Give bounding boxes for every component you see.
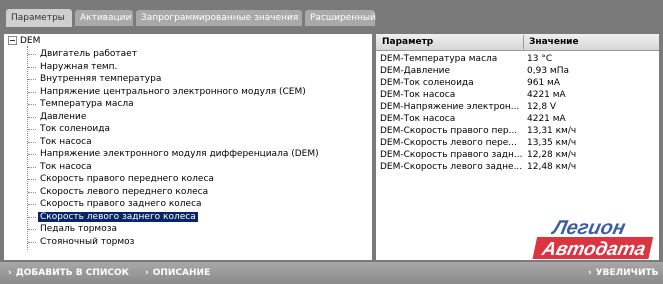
cell-parameter: DEM-Ток насоса: [380, 90, 456, 100]
table-header: Параметр Значение: [376, 34, 659, 51]
tree-item[interactable]: Напряжение электронного модуля дифференц…: [28, 148, 321, 160]
tree-item-label: Ток насоса: [40, 136, 92, 147]
table-row[interactable]: DEM-Напряжение электрон... 12,8 V: [376, 101, 659, 113]
table-row[interactable]: DEM-Скорость левого задне... 12,48 км/ч: [376, 161, 659, 173]
table-row[interactable]: DEM-Температура масла 13 °C: [376, 53, 659, 65]
cell-value: 0,93 мПа: [527, 66, 569, 76]
table-row[interactable]: DEM-Ток насоса 4221 мА: [376, 113, 659, 125]
chevron-right-icon: ›: [588, 268, 592, 278]
tree-item-label: Скорость левого переднего колеса: [40, 186, 209, 197]
chevron-right-icon: ›: [8, 268, 12, 278]
table-row[interactable]: DEM-Ток насоса 4221 мА: [376, 89, 659, 101]
tree-item-label: Скорость правого переднего колеса: [40, 174, 214, 184]
description-button[interactable]: › ОПИСАНИЕ: [145, 266, 210, 280]
tree-item[interactable]: Внутренняя температура: [28, 73, 163, 85]
tree-item[interactable]: Педаль тормоза: [28, 223, 119, 235]
cell-parameter: DEM-Температура масла: [380, 54, 498, 64]
tree-item-label: Напряжение электронного модуля дифференц…: [40, 149, 319, 159]
tree-item[interactable]: Напряжение центрального электронного мод…: [28, 86, 308, 98]
tree-item-label: Скорость правого заднего колеса: [40, 199, 202, 209]
tree-item-label: Наружная темп.: [40, 61, 118, 72]
tab-advanced[interactable]: Расширенный: [305, 10, 376, 26]
collapse-icon[interactable]: [8, 36, 17, 45]
tree-item-label: Педаль тормоза: [40, 224, 118, 234]
cell-value: 13,31 км/ч: [527, 126, 577, 136]
tree-item-label: Давление: [40, 111, 87, 122]
tree-item-label: Скорость левого заднего колеса: [38, 211, 198, 222]
tree-item-label: Напряжение центрального электронного мод…: [40, 86, 306, 97]
tab-programmed-values[interactable]: Запрограммированные значения: [136, 10, 302, 26]
tree-item-label: Стояночный тормоз: [40, 236, 135, 247]
tree-item[interactable]: Скорость левого переднего колеса: [28, 186, 210, 198]
table-row[interactable]: DEM-Скорость правого пер... 13,31 км/ч: [376, 125, 659, 137]
svg-text:Автодата: Автодата: [539, 239, 648, 260]
tree-item[interactable]: Ток соленоида: [28, 123, 112, 135]
tree-item[interactable]: Двигатель работает: [28, 48, 139, 60]
description-label: ОПИСАНИЕ: [152, 268, 211, 278]
cell-value: 12,28 км/ч: [527, 150, 577, 160]
table-row[interactable]: DEM-Скорость левого пере... 13,35 км/ч: [376, 137, 659, 149]
cell-parameter: DEM-Скорость левого задне...: [380, 162, 522, 172]
table-row[interactable]: DEM-Давление 0,93 мПа: [376, 65, 659, 77]
table-row[interactable]: DEM-Скорость правого задн... 12,28 км/ч: [376, 149, 659, 161]
cell-parameter: DEM-Ток насоса: [380, 114, 456, 124]
tree-item-selected[interactable]: Скорость левого заднего колеса: [28, 211, 198, 223]
add-to-list-label: ДОБАВИТЬ В СПИСОК: [15, 268, 130, 278]
tab-bar: Параметры Активации Запрограммированные …: [0, 0, 663, 28]
cell-value: 13,35 км/ч: [527, 138, 577, 148]
cell-parameter: DEM-Давление: [380, 66, 451, 76]
cell-parameter: DEM-Скорость правого пер...: [380, 126, 518, 136]
column-resize-handle[interactable]: [523, 35, 524, 49]
tree-item[interactable]: Температура масла: [28, 98, 136, 110]
cell-parameter: DEM-Ток соленоида: [380, 78, 474, 88]
tree-root[interactable]: DEM: [8, 36, 40, 47]
tree-item-label: Температура масла: [40, 99, 134, 109]
tree-item-label: Внутренняя температура: [40, 74, 162, 84]
tree-item[interactable]: Стояночный тормоз: [28, 236, 136, 248]
tree-item[interactable]: Наружная темп.: [28, 61, 119, 73]
tab-activations[interactable]: Активации: [75, 10, 133, 26]
table-row[interactable]: DEM-Ток соленоида 961 мА: [376, 77, 659, 89]
column-header-parameter[interactable]: Параметр: [382, 34, 433, 50]
tree-item[interactable]: Скорость правого заднего колеса: [28, 198, 204, 210]
tree-item-label: Ток соленоида: [40, 124, 111, 134]
tree-item[interactable]: Давление: [28, 111, 88, 123]
tree-item-label: Двигатель работает: [40, 49, 137, 59]
parameter-tree: DEM Двигатель работает Наружная темп. Вн…: [4, 34, 372, 260]
zoom-label: УВЕЛИЧИТЬ: [595, 268, 659, 278]
tree-item[interactable]: Ток насоса: [28, 161, 94, 173]
cell-parameter: DEM-Скорость правого задн...: [380, 150, 522, 160]
column-header-value[interactable]: Значение: [529, 34, 579, 50]
cell-value: 4221 мА: [527, 90, 566, 100]
bottom-toolbar: › ДОБАВИТЬ В СПИСОК › ОПИСАНИЕ › УВЕЛИЧИТЬ: [0, 262, 663, 284]
cell-value: 13 °C: [527, 54, 553, 64]
add-to-list-button[interactable]: › ДОБАВИТЬ В СПИСОК: [8, 266, 129, 280]
tab-parameters[interactable]: Параметры: [6, 9, 72, 27]
cell-value: 12,8 V: [527, 102, 557, 112]
tree-item-label: Ток насоса: [40, 161, 92, 172]
tree-item[interactable]: Ток насоса: [28, 136, 94, 148]
svg-text:Легион: Легион: [549, 217, 628, 239]
cell-parameter: DEM-Скорость левого пере...: [380, 138, 517, 148]
chevron-right-icon: ›: [145, 268, 149, 278]
cell-value: 4221 мА: [527, 114, 566, 124]
cell-parameter: DEM-Напряжение электрон...: [380, 102, 520, 112]
cell-value: 12,48 км/ч: [527, 162, 577, 172]
tree-item[interactable]: Скорость правого переднего колеса: [28, 173, 216, 185]
zoom-button[interactable]: › УВЕЛИЧИТЬ: [588, 266, 658, 280]
cell-value: 961 мА: [527, 78, 560, 88]
tree-root-label: DEM: [20, 36, 41, 46]
